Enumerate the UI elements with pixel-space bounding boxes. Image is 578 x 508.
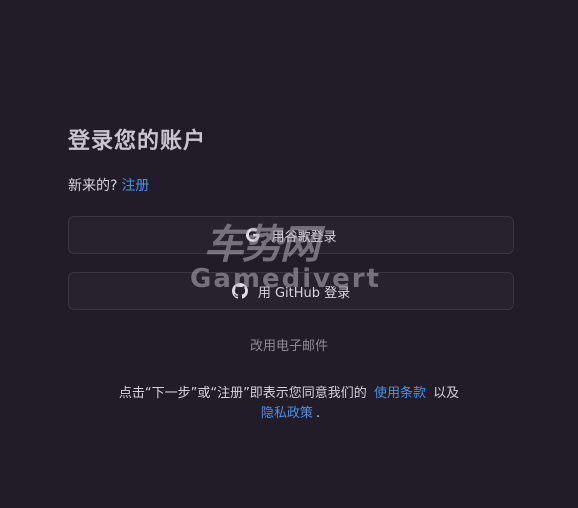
terms-middle: 以及 <box>433 386 460 401</box>
github-login-label: 用 GitHub 登录 <box>257 285 351 301</box>
terms-prefix: 点击“下一步”或“注册”即表示您同意我们的 <box>118 386 367 401</box>
email-login-link[interactable]: 改用电子邮件 <box>0 335 578 354</box>
page-title: 登录您的账户 <box>68 129 207 154</box>
terms-notice: 点击“下一步”或“注册”即表示您同意我们的 使用条款 以及 隐私政策. <box>0 384 578 424</box>
google-icon <box>245 227 261 243</box>
signup-prompt-text: 新来的? <box>68 178 118 194</box>
github-icon <box>231 283 248 299</box>
github-login-button[interactable]: 用 GitHub 登录 <box>68 272 514 310</box>
terms-of-use-link[interactable]: 使用条款 <box>374 386 426 401</box>
signup-link[interactable]: 注册 <box>121 178 149 194</box>
terms-suffix: . <box>315 406 321 421</box>
google-login-label: 用谷歌登录 <box>271 229 337 245</box>
signup-prompt: 新来的? 注册 <box>68 175 149 195</box>
google-login-button[interactable]: 用谷歌登录 <box>68 216 514 254</box>
login-page: 登录您的账户 新来的? 注册 用谷歌登录 用 GitHub 登录 改用电子邮件 点… <box>0 0 578 508</box>
privacy-policy-link[interactable]: 隐私政策 <box>261 406 313 421</box>
